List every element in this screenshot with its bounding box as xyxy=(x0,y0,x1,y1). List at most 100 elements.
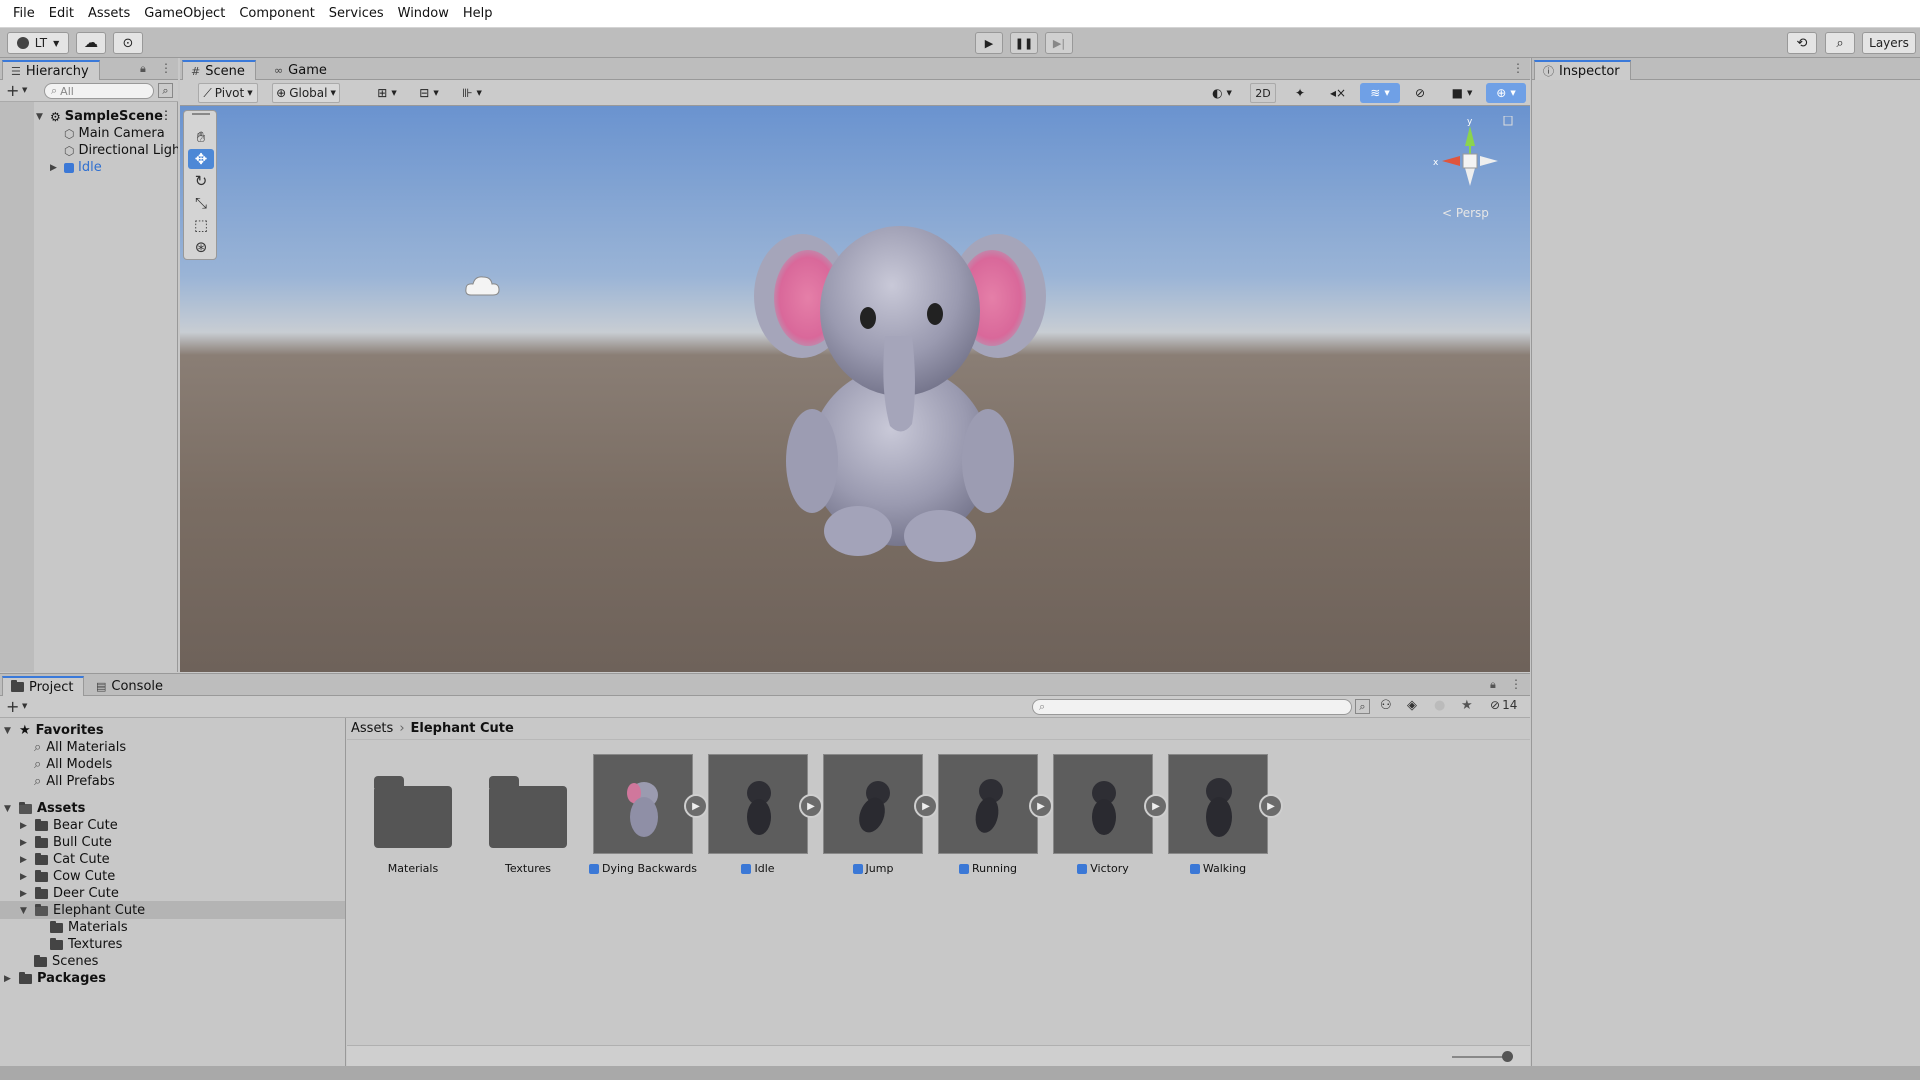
asset-walking[interactable]: ▶ Walking xyxy=(1163,754,1283,875)
lighting-toggle[interactable]: ✦ xyxy=(1288,83,1312,103)
menu-assets[interactable]: Assets xyxy=(81,0,137,28)
asset-idle[interactable]: ▶ Idle xyxy=(703,754,823,875)
menu-edit[interactable]: Edit xyxy=(42,0,81,28)
menu-services[interactable]: Services xyxy=(322,0,391,28)
tab-console[interactable]: ▤ Console xyxy=(88,676,173,696)
expand-arrow-icon[interactable]: ▶ xyxy=(20,889,30,899)
account-dropdown[interactable]: LT ▼ xyxy=(7,32,69,54)
global-dropdown[interactable]: ⊕ Global ▼ xyxy=(272,83,340,103)
menu-file[interactable]: File xyxy=(6,0,42,28)
folder-textures[interactable]: Textures xyxy=(50,936,122,953)
search-button[interactable]: ⌕ xyxy=(1825,32,1855,54)
folder-deer-cute[interactable]: ▶ Deer Cute xyxy=(20,885,119,902)
asset-textures-folder[interactable]: Textures xyxy=(473,754,583,875)
play-button[interactable]: ▶ xyxy=(975,32,1003,54)
folder-cat-cute[interactable]: ▶ Cat Cute xyxy=(20,851,110,868)
directional-light-gizmo[interactable] xyxy=(463,271,503,301)
tab-hierarchy[interactable]: ☰ Hierarchy xyxy=(2,60,100,80)
audio-toggle[interactable]: ◂× xyxy=(1326,83,1350,103)
toggle-2d-button[interactable]: 2D xyxy=(1250,83,1276,103)
asset-running[interactable]: ▶ Running xyxy=(933,754,1053,875)
more-options-icon[interactable]: ⋮ xyxy=(1510,677,1522,691)
scene-more-icon[interactable]: ⋮ xyxy=(160,108,172,122)
search-by-type-icon[interactable]: ⚇ xyxy=(1380,698,1392,713)
tab-inspector[interactable]: ⓘ Inspector xyxy=(1534,60,1631,80)
expand-arrow-icon[interactable]: ▶ xyxy=(4,974,14,984)
menu-gameobject[interactable]: GameObject xyxy=(137,0,232,28)
hierarchy-item-directional-light[interactable]: ⬡ Directional Ligh xyxy=(64,142,178,159)
palette-handle[interactable] xyxy=(192,113,210,115)
favorites-row[interactable]: ▼ ★ Favorites xyxy=(4,722,104,739)
menu-window[interactable]: Window xyxy=(391,0,456,28)
grid-snap-dropdown[interactable]: ⊞ ▼ xyxy=(370,83,404,103)
folder-elephant-cute[interactable]: ▼ Elephant Cute xyxy=(20,902,145,919)
favorite-all-models[interactable]: ⌕ All Models xyxy=(34,756,112,773)
asset-victory[interactable]: ▶ Victory xyxy=(1048,754,1168,875)
hierarchy-item-main-camera[interactable]: ⬡ Main Camera xyxy=(64,125,165,142)
elephant-model[interactable] xyxy=(740,206,1060,566)
expand-arrow-icon[interactable]: ▼ xyxy=(36,112,46,122)
tab-game[interactable]: ∞ Game xyxy=(266,60,337,80)
lock-icon[interactable]: 🔒︎ xyxy=(1490,678,1496,692)
folder-cow-cute[interactable]: ▶ Cow Cute xyxy=(20,868,115,885)
tab-scene[interactable]: # Scene xyxy=(182,60,256,80)
gizmos-dropdown[interactable]: ⊕ ▼ xyxy=(1486,83,1526,103)
packages-root-row[interactable]: ▶ Packages xyxy=(4,970,106,987)
breadcrumb-elephant-cute[interactable]: Elephant Cute xyxy=(411,721,514,736)
breadcrumb-assets[interactable]: Assets xyxy=(351,721,393,736)
cloud-button[interactable]: ☁ xyxy=(76,32,106,54)
search-filter-icon[interactable]: ⌕ xyxy=(158,83,173,98)
folder-bear-cute[interactable]: ▶ Bear Cute xyxy=(20,817,118,834)
collab-button[interactable]: ⊙ xyxy=(113,32,143,54)
scale-tool-button[interactable]: ⤡ xyxy=(188,193,214,213)
search-by-label-icon[interactable]: ◈ xyxy=(1407,698,1417,713)
favorite-star-icon[interactable]: ★ xyxy=(1461,698,1473,713)
folder-scenes[interactable]: Scenes xyxy=(34,953,98,970)
asset-materials-folder[interactable]: Materials xyxy=(358,754,468,875)
shading-mode-dropdown[interactable]: ◐ ▼ xyxy=(1204,83,1240,103)
favorite-all-materials[interactable]: ⌕ All Materials xyxy=(34,739,126,756)
rotate-tool-button[interactable]: ↻ xyxy=(188,171,214,191)
increment-snap-dropdown[interactable]: ⊟ ▼ xyxy=(412,83,446,103)
hidden-objects-toggle[interactable]: ⊘ xyxy=(1408,83,1432,103)
hand-tool-button[interactable]: ✋︎ xyxy=(188,127,214,147)
asset-jump[interactable]: ▶ Jump xyxy=(818,754,938,875)
hierarchy-search-input[interactable]: ⌕ All xyxy=(44,83,154,99)
expand-arrow-icon[interactable]: ▼ xyxy=(20,906,30,916)
perspective-label[interactable]: < Persp xyxy=(1442,206,1489,220)
effects-dropdown[interactable]: ≋ ▼ xyxy=(1360,83,1400,103)
expand-arrow-icon[interactable]: ▼ xyxy=(4,726,14,736)
pause-button[interactable]: ❚❚ xyxy=(1010,32,1038,54)
menu-help[interactable]: Help xyxy=(456,0,500,28)
add-icon[interactable]: + xyxy=(6,81,19,100)
scene-viewport[interactable]: ✋︎ ✥ ↻ ⤡ ⬚ ⊛ x y < Persp xyxy=(180,106,1530,672)
zoom-slider-thumb[interactable] xyxy=(1502,1051,1513,1062)
assets-root-row[interactable]: ▼ Assets xyxy=(4,800,85,817)
favorite-all-prefabs[interactable]: ⌕ All Prefabs xyxy=(34,773,115,790)
folder-materials[interactable]: Materials xyxy=(50,919,128,936)
hidden-packages-toggle[interactable]: ⊘ 14 xyxy=(1490,698,1517,712)
more-options-icon[interactable]: ⋮ xyxy=(160,61,172,75)
more-options-icon[interactable]: ⋮ xyxy=(1512,61,1524,75)
asset-dying-backwards[interactable]: ▶ Dying Backwards xyxy=(588,754,708,875)
step-button[interactable]: ▶| xyxy=(1045,32,1073,54)
lock-icon[interactable]: 🔒︎ xyxy=(140,62,146,76)
project-search-input[interactable]: ⌕ xyxy=(1032,699,1352,715)
play-icon[interactable]: ▶ xyxy=(1259,794,1283,818)
tab-project[interactable]: Project xyxy=(2,676,85,696)
camera-dropdown[interactable]: ■ ▼ xyxy=(1444,83,1480,103)
expand-arrow-icon[interactable]: ▼ xyxy=(4,804,14,814)
chevron-down-icon[interactable]: ▼ xyxy=(22,86,27,94)
align-dropdown[interactable]: ⊪ ▼ xyxy=(455,83,489,103)
history-button[interactable]: ⟲ xyxy=(1787,32,1817,54)
asset-store-icon[interactable]: ● xyxy=(1434,698,1445,713)
folder-bull-cute[interactable]: ▶ Bull Cute xyxy=(20,834,112,851)
scene-root-row[interactable]: ▼ ⚙ SampleScene xyxy=(36,108,163,125)
expand-arrow-icon[interactable]: ▶ xyxy=(50,163,60,173)
search-filter-icon[interactable]: ⌕ xyxy=(1355,699,1370,714)
chevron-down-icon[interactable]: ▼ xyxy=(22,702,27,710)
expand-arrow-icon[interactable]: ▶ xyxy=(20,821,30,831)
hierarchy-item-idle[interactable]: ▶ Idle xyxy=(50,159,102,176)
expand-arrow-icon[interactable]: ▶ xyxy=(20,855,30,865)
pivot-dropdown[interactable]: ⟋ Pivot ▼ xyxy=(198,83,258,103)
